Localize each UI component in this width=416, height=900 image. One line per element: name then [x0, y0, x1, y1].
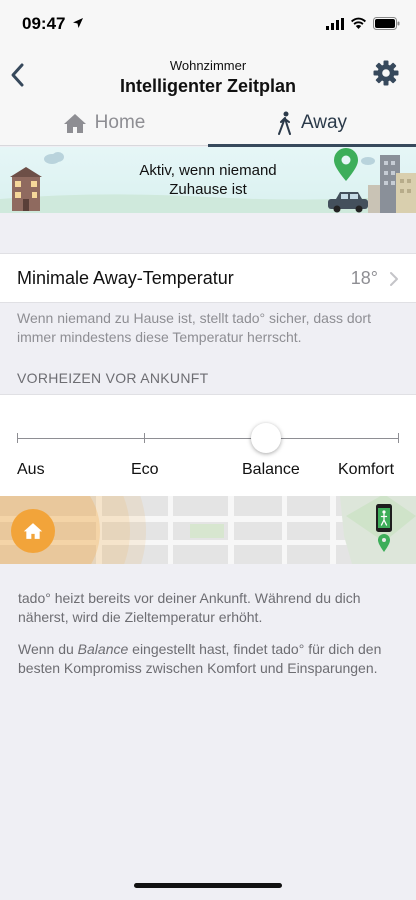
balance-emphasis: Balance [77, 641, 129, 657]
preheat-info-paragraph-1: tado° heizt bereits vor deiner Ankunft. … [18, 590, 361, 625]
option-aus[interactable]: Aus [17, 461, 45, 479]
slider-tick-eco [144, 433, 145, 443]
battery-icon [373, 17, 400, 30]
house-icon [63, 113, 86, 133]
preheat-slider: Aus Eco Balance Komfort [0, 394, 416, 496]
option-komfort[interactable]: Komfort [338, 461, 394, 479]
tab-home-label: Home [94, 112, 146, 133]
status-time: 09:47 [22, 14, 66, 33]
preheat-info-paragraph-2: Wenn du Balance eingestellt hast, findet… [18, 640, 403, 678]
status-bar: 09:47 [0, 0, 416, 50]
slider-tick-komfort [398, 433, 399, 443]
house-icon [23, 523, 43, 539]
room-name: Wohnzimmer [169, 58, 247, 73]
tab-away[interactable]: Away [208, 100, 416, 147]
tab-away-label: Away [300, 112, 348, 133]
wifi-icon [351, 17, 366, 29]
min-away-temp-row[interactable]: Minimale Away-Temperatur 18° [0, 253, 416, 303]
gear-icon[interactable] [373, 60, 399, 86]
away-banner: Aktiv, wenn niemand Zuhause ist [0, 147, 416, 213]
min-away-temp-description: Wenn niemand zu Hause ist, stellt tado° … [17, 310, 371, 345]
preheat-map-illustration [0, 496, 416, 564]
map-illustration [0, 496, 416, 564]
cellular-signal-icon [326, 18, 344, 30]
home-location-badge [11, 509, 55, 553]
nav-bar: Wohnzimmer Intelligenter Zeitplan [0, 50, 416, 100]
tab-home[interactable]: Home [0, 100, 208, 146]
option-eco[interactable]: Eco [131, 461, 159, 479]
banner-text: Aktiv, wenn niemand Zuhause ist [139, 162, 277, 198]
min-away-temp-label: Minimale Away-Temperatur [17, 268, 234, 288]
walking-person-icon [277, 111, 291, 135]
location-arrow-icon [73, 18, 83, 28]
page-title: Intelligenter Zeitplan [119, 76, 297, 96]
chevron-right-icon [390, 272, 398, 286]
home-indicator[interactable] [134, 883, 282, 888]
slider-track[interactable] [17, 438, 399, 439]
preheat-section-header: VORHEIZEN VOR ANKUNFT [17, 370, 209, 386]
slider-thumb[interactable] [251, 423, 281, 453]
mode-tabs: Home Away [0, 100, 416, 147]
min-away-temp-value: 18° [350, 268, 378, 288]
slider-tick-aus [17, 433, 18, 443]
info-text-prefix: Wenn du [18, 641, 78, 657]
option-balance[interactable]: Balance [242, 461, 300, 479]
